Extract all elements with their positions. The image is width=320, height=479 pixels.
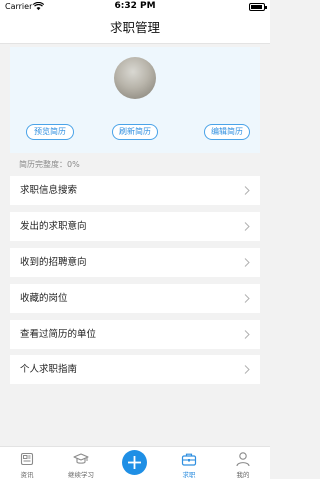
chevron-right-icon bbox=[244, 258, 250, 267]
graduation-cap-icon bbox=[73, 453, 89, 464]
tab-continue-learning[interactable]: 继续学习 bbox=[54, 447, 108, 479]
avatar[interactable] bbox=[114, 57, 156, 99]
tab-label: 我的 bbox=[236, 471, 250, 479]
chevron-right-icon bbox=[244, 365, 250, 374]
plus-icon bbox=[128, 456, 141, 469]
add-button[interactable] bbox=[122, 450, 147, 475]
tab-profile[interactable]: 我的 bbox=[216, 447, 270, 479]
tab-label: 资讯 bbox=[20, 471, 34, 479]
menu-item-job-search[interactable]: 求职信息搜索 bbox=[10, 176, 260, 205]
status-bar: Carrier 6:32 PM bbox=[0, 0, 270, 14]
menu-item-resume-viewers[interactable]: 查看过简历的单位 bbox=[10, 320, 260, 349]
menu-item-sent-intentions[interactable]: 发出的求职意向 bbox=[10, 212, 260, 241]
menu-item-label: 发出的求职意向 bbox=[20, 221, 87, 232]
menu-item-saved-jobs[interactable]: 收藏的岗位 bbox=[10, 284, 260, 313]
tab-news[interactable]: 资讯 bbox=[0, 447, 54, 479]
page-title: 求职管理 bbox=[109, 20, 160, 35]
profile-card: 预览简历 刷新简历 编辑简历 bbox=[10, 47, 260, 153]
tab-label: 继续学习 bbox=[68, 471, 94, 479]
user-icon bbox=[236, 452, 250, 467]
nav-bar: 求职管理 bbox=[0, 14, 270, 44]
tab-job-seeking[interactable]: 求职 bbox=[162, 447, 216, 479]
clock: 6:32 PM bbox=[114, 1, 156, 11]
menu-item-label: 求职信息搜索 bbox=[20, 185, 78, 196]
menu-item-label: 收藏的岗位 bbox=[20, 293, 68, 304]
edit-resume-button[interactable]: 编辑简历 bbox=[204, 124, 250, 140]
menu-item-label: 个人求职指南 bbox=[20, 364, 78, 375]
refresh-resume-button[interactable]: 刷新简历 bbox=[112, 124, 158, 140]
tab-label: 求职 bbox=[182, 471, 196, 479]
chevron-right-icon bbox=[244, 330, 250, 339]
menu-item-received-offers[interactable]: 收到的招聘意向 bbox=[10, 248, 260, 277]
chevron-right-icon bbox=[244, 294, 250, 303]
chevron-right-icon bbox=[244, 186, 250, 195]
resume-completeness: 简历完整度：0% bbox=[19, 160, 80, 169]
preview-resume-button[interactable]: 预览简历 bbox=[26, 124, 74, 140]
menu-item-label: 查看过简历的单位 bbox=[20, 329, 97, 340]
briefcase-icon bbox=[181, 453, 197, 466]
battery-icon bbox=[249, 3, 267, 11]
menu-item-job-guide[interactable]: 个人求职指南 bbox=[10, 355, 260, 384]
news-icon bbox=[20, 452, 34, 466]
menu-item-label: 收到的招聘意向 bbox=[20, 257, 87, 268]
chevron-right-icon bbox=[244, 222, 250, 231]
